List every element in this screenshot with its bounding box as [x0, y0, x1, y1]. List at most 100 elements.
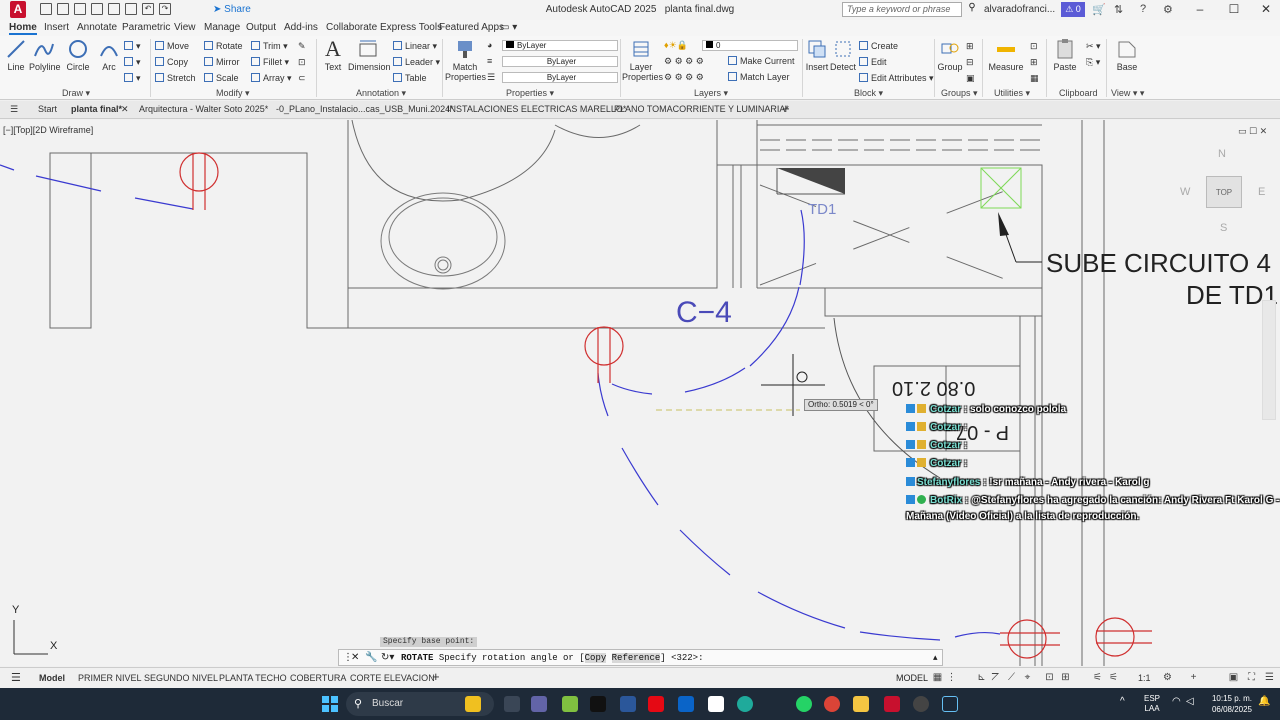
- binoculars-search-icon[interactable]: ⚲: [965, 2, 979, 17]
- copy-clip-icon[interactable]: ⎘ ▾: [1086, 57, 1100, 68]
- share-button[interactable]: ➤ Share: [213, 4, 251, 15]
- trim-button[interactable]: Trim ▾: [251, 41, 288, 52]
- layer-tools-row-1[interactable]: ⚙ ⚙ ⚙ ⚙: [664, 56, 704, 67]
- edge-icon[interactable]: [737, 696, 753, 712]
- selection-cycling-icon[interactable]: ⊞: [1060, 672, 1071, 683]
- annotation-panel-label[interactable]: Annotation ▾: [356, 88, 406, 99]
- text-tool[interactable]: A Text: [320, 38, 346, 73]
- explode-icon[interactable]: ⊡: [298, 57, 306, 68]
- draw-panel-label[interactable]: Draw ▾: [62, 88, 90, 99]
- tiktok-icon[interactable]: [590, 696, 606, 712]
- hatch-tool[interactable]: ▾: [124, 57, 141, 68]
- steam-icon[interactable]: [942, 696, 958, 712]
- linear-button[interactable]: Linear ▾: [393, 41, 437, 52]
- viewcube-south[interactable]: S: [1220, 222, 1227, 234]
- notification-center-icon[interactable]: 🔔: [1258, 696, 1270, 712]
- select-all-icon[interactable]: ⊞: [1030, 57, 1038, 68]
- copy-button[interactable]: Copy: [155, 57, 188, 67]
- tab-featured-apps[interactable]: Featured Apps: [439, 22, 504, 33]
- grid-icon[interactable]: ▦: [932, 672, 943, 683]
- lineweight-dropdown[interactable]: ByLayer: [502, 56, 618, 67]
- ortho-icon[interactable]: ⊾: [976, 672, 987, 683]
- rotate-button[interactable]: Rotate: [204, 41, 243, 51]
- obs-icon[interactable]: [913, 696, 929, 712]
- notifications-badge[interactable]: ⚠ 0: [1061, 2, 1085, 17]
- layout-tab-corte-elevacion[interactable]: CORTE ELEVACION: [350, 673, 435, 683]
- line-tool[interactable]: Line: [5, 38, 27, 72]
- circle-tool[interactable]: Circle: [66, 38, 90, 72]
- move-button[interactable]: Move: [155, 41, 189, 51]
- file-explorer-icon[interactable]: [853, 696, 869, 712]
- undo-icon[interactable]: ↶: [142, 3, 154, 15]
- file-tabs-menu-icon[interactable]: ☰: [10, 104, 18, 115]
- outlook-icon[interactable]: [678, 696, 694, 712]
- osnap-icon[interactable]: ⌖: [1022, 672, 1033, 683]
- add-layout-icon[interactable]: +: [432, 669, 440, 684]
- tab-collaborate[interactable]: Collaborate: [326, 22, 377, 33]
- ribbon-toggle-icon[interactable]: ▭ ▾: [500, 22, 517, 33]
- customize-command-icon[interactable]: 🔧: [365, 652, 377, 663]
- tab-annotate[interactable]: Annotate: [77, 22, 117, 33]
- drawing-canvas[interactable]: TD1 C−4 SUBE CIRCUITO 4 DE TD1 0.80 2.10…: [0, 120, 1280, 666]
- tab-add-ins[interactable]: Add-ins: [284, 22, 318, 33]
- snap-icon[interactable]: ⋮: [946, 672, 957, 683]
- volume-icon[interactable]: ◁: [1186, 696, 1198, 712]
- annotation-scale[interactable]: 1:1: [1138, 673, 1151, 683]
- maximize-button[interactable]: ☐: [1224, 2, 1244, 16]
- layout-menu-icon[interactable]: ☰: [11, 671, 21, 684]
- whatsapp-icon[interactable]: [796, 696, 812, 712]
- redo-icon[interactable]: ↷: [159, 3, 171, 15]
- tab-manage[interactable]: Manage: [204, 22, 240, 33]
- group-edit-icon[interactable]: ⊟: [966, 57, 974, 68]
- create-block-button[interactable]: Create: [859, 41, 898, 51]
- settings-icon[interactable]: ⚙: [1163, 3, 1173, 16]
- edit-block-button[interactable]: Edit: [859, 57, 887, 67]
- arc-tool[interactable]: Arc: [98, 38, 120, 72]
- polyline-tool[interactable]: Polyline: [29, 38, 61, 72]
- match-properties-tool[interactable]: Match Properties: [445, 38, 486, 82]
- layout-tab-segundo-nivel[interactable]: SEGUNDO NIVEL: [144, 673, 218, 683]
- paste-tool[interactable]: Paste: [1052, 38, 1078, 72]
- tab-view[interactable]: View: [174, 22, 196, 33]
- layer-dropdown[interactable]: 0: [702, 40, 798, 51]
- wifi-icon[interactable]: ◠: [1172, 696, 1184, 712]
- viewport-window-controls[interactable]: ▭ ☐ ✕: [1238, 126, 1267, 137]
- annotation-monitor-icon[interactable]: +: [1188, 672, 1199, 683]
- help-icon[interactable]: ?: [1140, 3, 1146, 15]
- navigation-bar[interactable]: [1262, 300, 1276, 420]
- fillet-button[interactable]: Fillet ▾: [251, 57, 289, 68]
- edit-attributes-button[interactable]: Edit Attributes ▾: [859, 73, 934, 84]
- gradient-tool[interactable]: ▾: [124, 73, 141, 84]
- close-tab-icon[interactable]: ✕: [121, 104, 129, 115]
- tab-express-tools[interactable]: Express Tools: [380, 22, 442, 33]
- user-name[interactable]: alvaradofranci...: [984, 4, 1055, 15]
- isolate-objects-icon[interactable]: ▣: [1228, 672, 1239, 683]
- search-input[interactable]: Type a keyword or phrase: [842, 2, 962, 17]
- properties-panel-label[interactable]: Properties ▾: [506, 88, 554, 99]
- isodraft-icon[interactable]: ⟋: [1006, 672, 1017, 683]
- chrome-icon[interactable]: [824, 696, 840, 712]
- close-button[interactable]: ✕: [1256, 2, 1276, 16]
- command-expand-icon[interactable]: ▴: [933, 652, 938, 663]
- annotation-visibility-icon[interactable]: ⚟: [1092, 672, 1103, 683]
- array-button[interactable]: Array ▾: [251, 73, 292, 84]
- command-line[interactable]: ⋮ ✕ 🔧 ↻▾ ROTATE Specify rotation angle o…: [338, 649, 943, 666]
- close-command-icon[interactable]: ✕: [351, 652, 359, 663]
- windows-start-icon[interactable]: [322, 696, 338, 712]
- reference-option[interactable]: Reference: [611, 653, 661, 663]
- rectangle-tool[interactable]: ▾: [124, 41, 141, 52]
- erase-icon[interactable]: ✎: [298, 41, 306, 52]
- layers-panel-label[interactable]: Layers ▾: [694, 88, 728, 99]
- tray-chevron-icon[interactable]: ^: [1120, 696, 1130, 712]
- workspace-gear-icon[interactable]: ⚙: [1162, 672, 1173, 683]
- tab-home[interactable]: Home: [9, 22, 37, 35]
- teams-icon[interactable]: [531, 696, 547, 712]
- group-tool[interactable]: Group: [937, 38, 963, 72]
- fullscreen-icon[interactable]: ⛶: [1246, 672, 1257, 683]
- viewcube-east[interactable]: E: [1258, 186, 1265, 198]
- layer-tools-row-2[interactable]: ⚙ ⚙ ⚙ ⚙: [664, 72, 704, 83]
- autocad-logo-icon[interactable]: A: [10, 1, 26, 18]
- open-file-icon[interactable]: [57, 3, 69, 15]
- auto-scale-icon[interactable]: ⚟: [1108, 672, 1119, 683]
- file-tab-instalaciones-electricas[interactable]: INSTALACIONES ELECTRICAS MARELLO*: [447, 104, 626, 114]
